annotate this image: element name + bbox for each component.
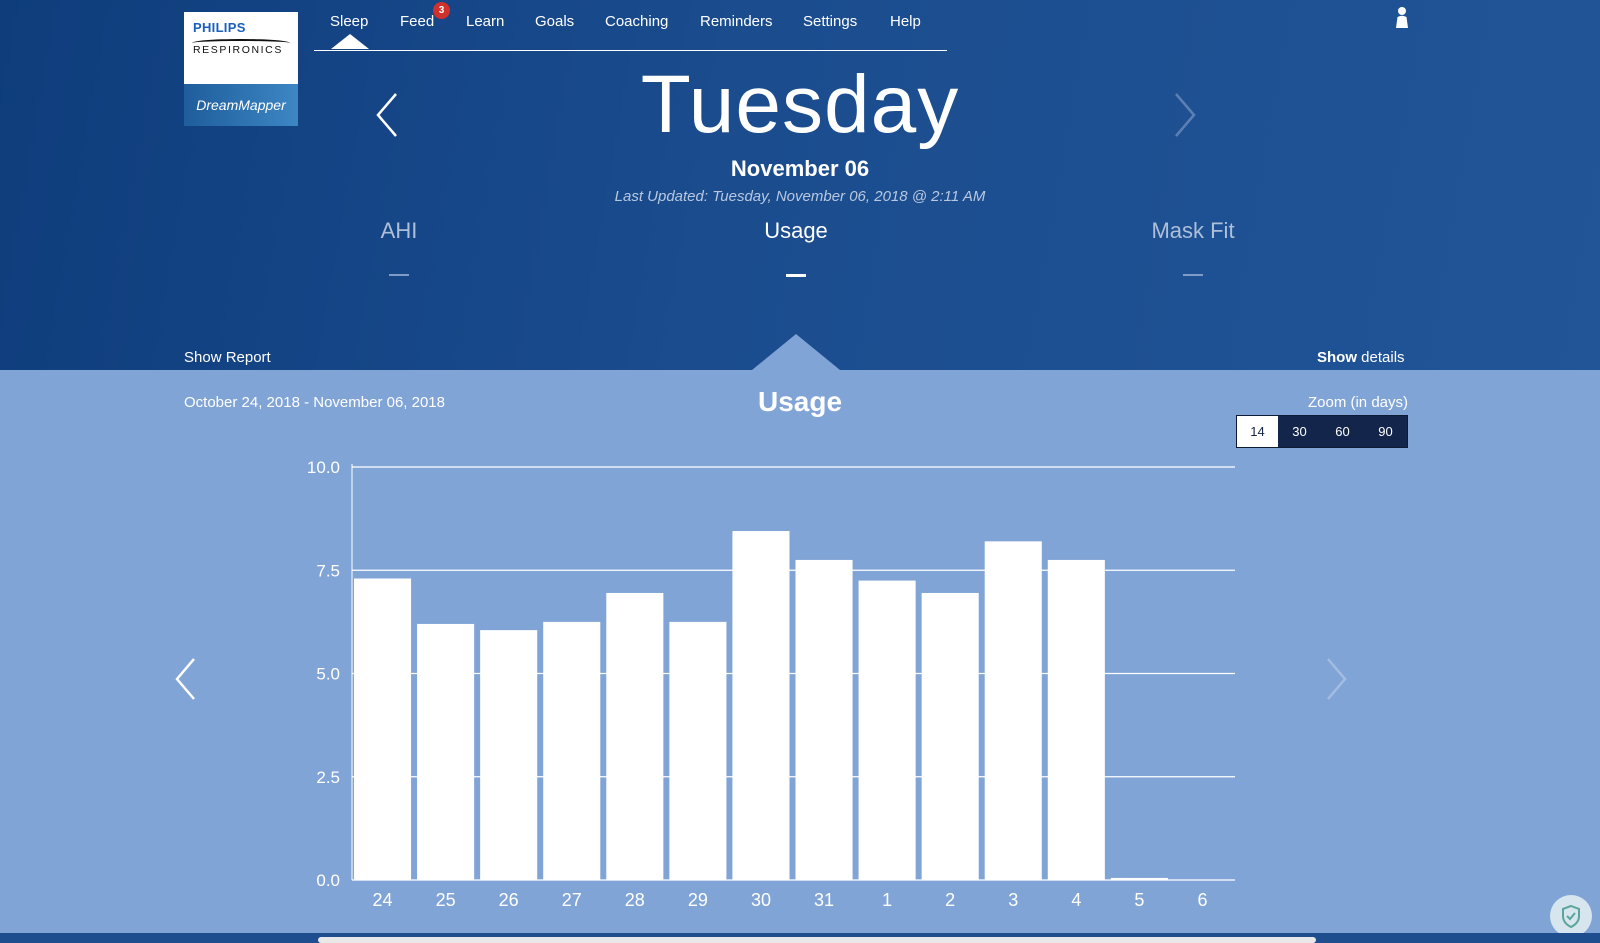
metric-tab-label: AHI	[380, 218, 418, 243]
x-tick-label: 3	[1008, 890, 1018, 910]
bar[interactable]	[858, 580, 916, 880]
x-tick-label: 5	[1134, 890, 1144, 910]
bar[interactable]	[732, 531, 790, 880]
user-icon[interactable]	[1394, 6, 1410, 30]
x-tick-label: 31	[814, 890, 834, 910]
nav-sleep[interactable]: Sleep	[330, 13, 368, 30]
x-tick-label: 30	[751, 890, 771, 910]
metric-tab-label: Usage	[764, 218, 828, 243]
bar[interactable]	[795, 559, 853, 880]
metric-tab-indicator	[1183, 274, 1203, 276]
metric-tab-usage[interactable]: Usage	[696, 218, 896, 277]
nav-help[interactable]: Help	[890, 13, 921, 30]
bar[interactable]	[606, 592, 664, 880]
y-tick-label: 10.0	[307, 458, 340, 477]
y-tick-label: 5.0	[316, 665, 340, 684]
show-details-label: details	[1361, 349, 1405, 366]
nav-reminders[interactable]: Reminders	[700, 13, 773, 30]
y-tick-label: 0.0	[316, 871, 340, 890]
show-report-link[interactable]: Show Report	[184, 349, 271, 366]
show-details-bold: Show	[1317, 349, 1357, 366]
chevron-right-icon[interactable]	[1324, 656, 1350, 702]
day-title: Tuesday	[640, 59, 960, 150]
x-tick-label: 2	[945, 890, 955, 910]
y-tick-label: 2.5	[316, 768, 340, 787]
x-tick-label: 4	[1071, 890, 1081, 910]
feed-notification-badge: 3	[433, 2, 450, 19]
last-updated-text: Last Updated: Tuesday, November 06, 2018…	[614, 188, 986, 205]
nav-active-indicator	[331, 34, 369, 49]
x-tick-label: 29	[688, 890, 708, 910]
chevron-left-icon[interactable]	[172, 656, 198, 702]
footer-strip	[0, 933, 1600, 943]
nav-coaching[interactable]: Coaching	[605, 13, 668, 30]
shield-check-icon	[1562, 904, 1580, 929]
x-tick-label: 24	[373, 890, 393, 910]
bar[interactable]	[1047, 559, 1105, 880]
header-area: PHILIPS RESPIRONICS DreamMapper Sleep Fe…	[0, 0, 1600, 370]
shield-check-button[interactable]	[1550, 895, 1592, 937]
metric-tab-label: Mask Fit	[1151, 218, 1235, 243]
bar[interactable]	[984, 541, 1042, 880]
nav-feed[interactable]: Feed	[400, 13, 434, 30]
nav-goals[interactable]: Goals	[535, 13, 574, 30]
metric-tab-ahi[interactable]: AHI	[299, 218, 499, 276]
x-tick-label: 27	[562, 890, 582, 910]
zoom-label: Zoom (in days)	[1307, 394, 1408, 411]
metric-tab-mask-fit[interactable]: Mask Fit	[1093, 218, 1293, 276]
philips-wordmark: PHILIPS	[193, 20, 246, 35]
panel-pointer	[752, 334, 840, 370]
metric-tab-indicator	[389, 274, 409, 276]
bar[interactable]	[354, 578, 412, 880]
x-tick-label: 26	[499, 890, 519, 910]
x-tick-label: 1	[882, 890, 892, 910]
usage-bar-chart: 0.0 2.5 5.0 7.5 10.0 24 25 26 27 28 29 30 31 1 2 3 4 5 6	[307, 458, 1235, 910]
bar[interactable]	[417, 623, 475, 880]
bar[interactable]	[543, 621, 601, 880]
bar[interactable]	[669, 621, 727, 880]
x-tick-label: 25	[436, 890, 456, 910]
horizontal-scrollbar[interactable]	[318, 937, 1316, 943]
bar[interactable]	[480, 630, 538, 880]
metric-tab-indicator	[786, 274, 806, 277]
main-nav: Sleep Feed Learn Goals Coaching Reminder…	[314, 0, 947, 51]
show-details-link[interactable]: Show details	[1317, 349, 1405, 366]
y-tick-label: 7.5	[316, 561, 340, 580]
bar[interactable]	[1110, 877, 1168, 880]
x-tick-label: 6	[1197, 890, 1207, 910]
respironics-wordmark: RESPIRONICS	[193, 44, 283, 56]
nav-learn[interactable]: Learn	[466, 13, 504, 30]
x-tick-label: 28	[625, 890, 645, 910]
date-title: November 06	[730, 156, 870, 181]
nav-settings[interactable]: Settings	[803, 13, 857, 30]
bar[interactable]	[921, 592, 979, 880]
